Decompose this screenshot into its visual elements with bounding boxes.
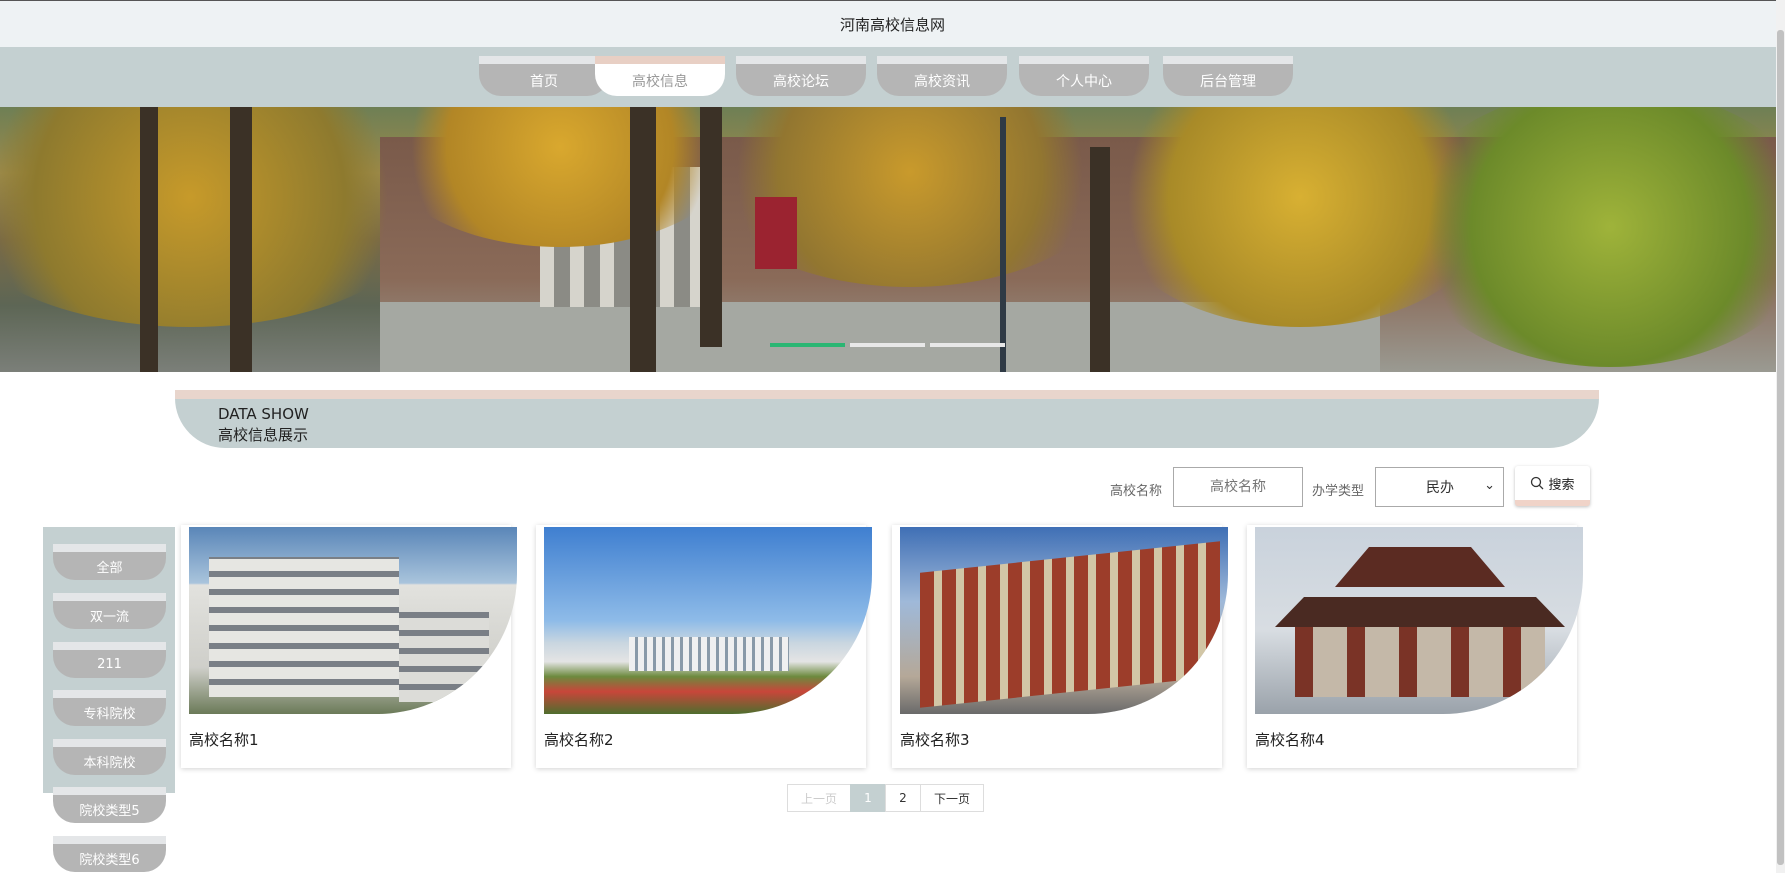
banner-trunk xyxy=(630,107,656,372)
college-name-2: 高校名称2 xyxy=(544,731,614,749)
banner-trunk xyxy=(230,107,252,372)
gate-roof xyxy=(1335,547,1505,587)
building-window-grid xyxy=(920,541,1220,708)
search-button-label: 搜索 xyxy=(1548,477,1575,493)
school-type-value: 民办 xyxy=(1426,480,1454,496)
nav-college-info[interactable]: 高校信息 xyxy=(595,56,725,96)
nav-personal-center[interactable]: 个人中心 xyxy=(1019,56,1149,96)
category-type-6[interactable]: 院校类型6 xyxy=(53,836,166,872)
next-page-button[interactable]: 下一页 xyxy=(920,784,984,812)
page-1-button[interactable]: 1 xyxy=(850,784,886,812)
scrollbar-thumb[interactable] xyxy=(1777,30,1784,865)
section-title-en: DATA SHOW xyxy=(218,405,309,423)
page-scrollbar[interactable] xyxy=(1776,0,1785,873)
college-image-3 xyxy=(900,527,1228,714)
banner-tree-foliage xyxy=(0,107,440,327)
college-name-3: 高校名称3 xyxy=(900,731,970,749)
college-image-4 xyxy=(1255,527,1583,714)
banner-trunk xyxy=(1000,117,1006,372)
banner-trunk xyxy=(1090,147,1110,372)
gate-body xyxy=(1295,627,1545,697)
college-card-2[interactable]: 高校名称2 xyxy=(536,525,872,768)
category-211[interactable]: 211 xyxy=(53,642,166,678)
category-double-first-class[interactable]: 双一流 xyxy=(53,593,166,629)
college-name-input[interactable] xyxy=(1173,467,1303,507)
category-undergraduate[interactable]: 本科院校 xyxy=(53,739,166,775)
prev-page-button[interactable]: 上一页 xyxy=(787,784,851,812)
main-nav: 首页 高校信息 高校论坛 高校资讯 个人中心 后台管理 xyxy=(0,47,1785,107)
chevron-down-icon: ⌄ xyxy=(1484,478,1495,493)
search-button[interactable]: 搜索 xyxy=(1515,466,1590,506)
search-icon xyxy=(1531,476,1544,490)
college-card-3[interactable]: 高校名称3 xyxy=(892,525,1228,768)
carousel-dot-2[interactable] xyxy=(850,343,925,347)
building-window-grid xyxy=(399,612,489,702)
site-title: 河南高校信息网 xyxy=(839,16,945,34)
category-all[interactable]: 全部 xyxy=(53,544,166,580)
college-name-1: 高校名称1 xyxy=(189,731,259,749)
building-window-grid xyxy=(209,557,399,697)
name-filter-label: 高校名称 xyxy=(1110,484,1163,499)
section-title-cn: 高校信息展示 xyxy=(218,426,309,444)
gate-roof xyxy=(1275,597,1565,627)
category-junior-college[interactable]: 专科院校 xyxy=(53,690,166,726)
pagination: 上一页 1 2 下一页 xyxy=(787,784,984,812)
section-header: DATA SHOW 高校信息展示 xyxy=(175,390,1599,448)
banner-flag xyxy=(755,197,797,269)
banner-trunk xyxy=(140,107,158,372)
nav-news[interactable]: 高校资讯 xyxy=(877,56,1007,96)
type-filter-label: 办学类型 xyxy=(1312,484,1365,499)
site-title-bar: 河南高校信息网 xyxy=(0,0,1785,48)
page-2-button[interactable]: 2 xyxy=(885,784,921,812)
carousel-dot-1[interactable] xyxy=(770,343,845,347)
banner-carousel[interactable] xyxy=(0,107,1776,372)
college-name-4: 高校名称4 xyxy=(1255,731,1325,749)
nav-admin[interactable]: 后台管理 xyxy=(1163,56,1293,96)
college-card-1[interactable]: 高校名称1 xyxy=(181,525,517,768)
nav-forum[interactable]: 高校论坛 xyxy=(736,56,866,96)
banner-trunk xyxy=(700,107,722,347)
category-type-5[interactable]: 院校类型5 xyxy=(53,787,166,823)
college-image-1 xyxy=(189,527,517,714)
nav-home[interactable]: 首页 xyxy=(479,56,609,96)
school-type-select[interactable]: 民办 ⌄ xyxy=(1375,467,1504,507)
carousel-dot-3[interactable] xyxy=(930,343,1005,347)
building-facade xyxy=(629,637,789,671)
college-image-2 xyxy=(544,527,872,714)
college-card-4[interactable]: 高校名称4 xyxy=(1247,525,1583,768)
